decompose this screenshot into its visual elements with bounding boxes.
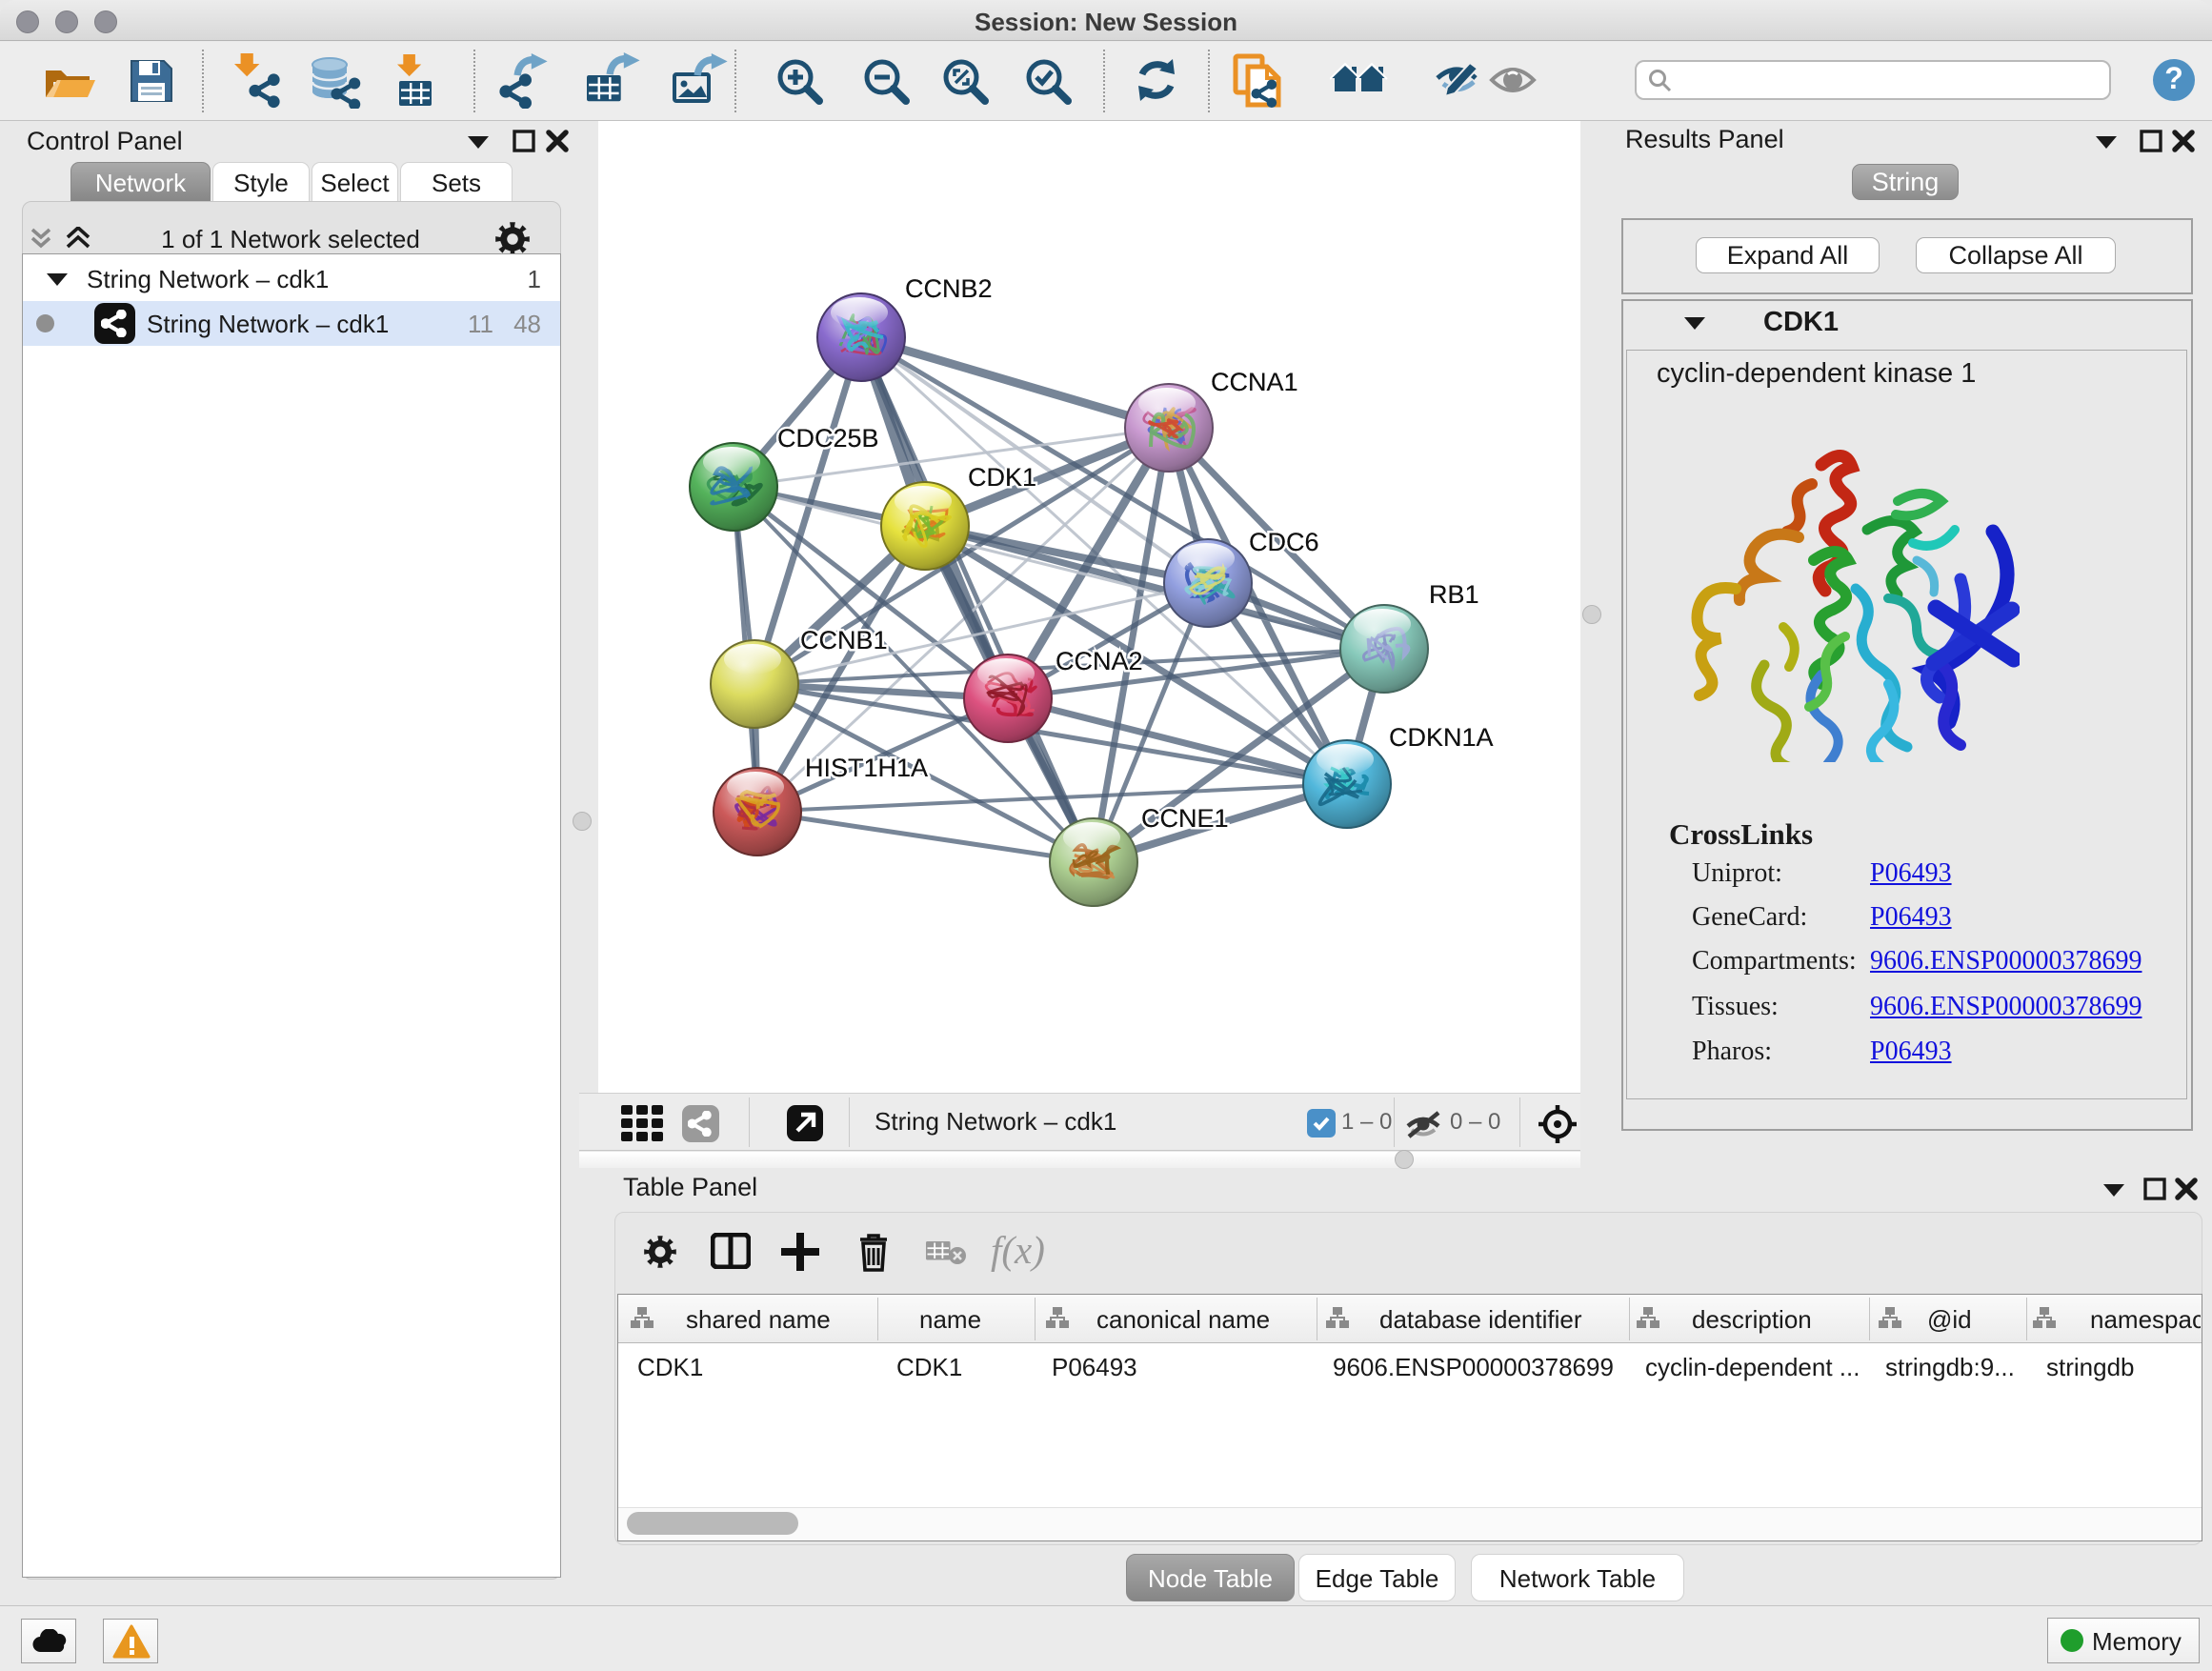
svg-text:RB1: RB1 — [1429, 580, 1479, 609]
svg-text:CCNB2: CCNB2 — [905, 274, 993, 303]
svg-text:?: ? — [2164, 61, 2183, 95]
svg-text:CDC6: CDC6 — [1249, 528, 1319, 556]
svg-text:CCNA1: CCNA1 — [1211, 368, 1298, 396]
svg-text:HIST1H1A: HIST1H1A — [805, 754, 928, 782]
svg-text:CDC25B: CDC25B — [777, 424, 879, 453]
svg-text:CCNB1: CCNB1 — [800, 626, 888, 654]
svg-text:CCNE1: CCNE1 — [1141, 804, 1229, 833]
svg-text:CCNA2: CCNA2 — [1056, 647, 1143, 675]
svg-text:CDK1: CDK1 — [968, 463, 1036, 492]
svg-text:CDKN1A: CDKN1A — [1389, 723, 1494, 752]
